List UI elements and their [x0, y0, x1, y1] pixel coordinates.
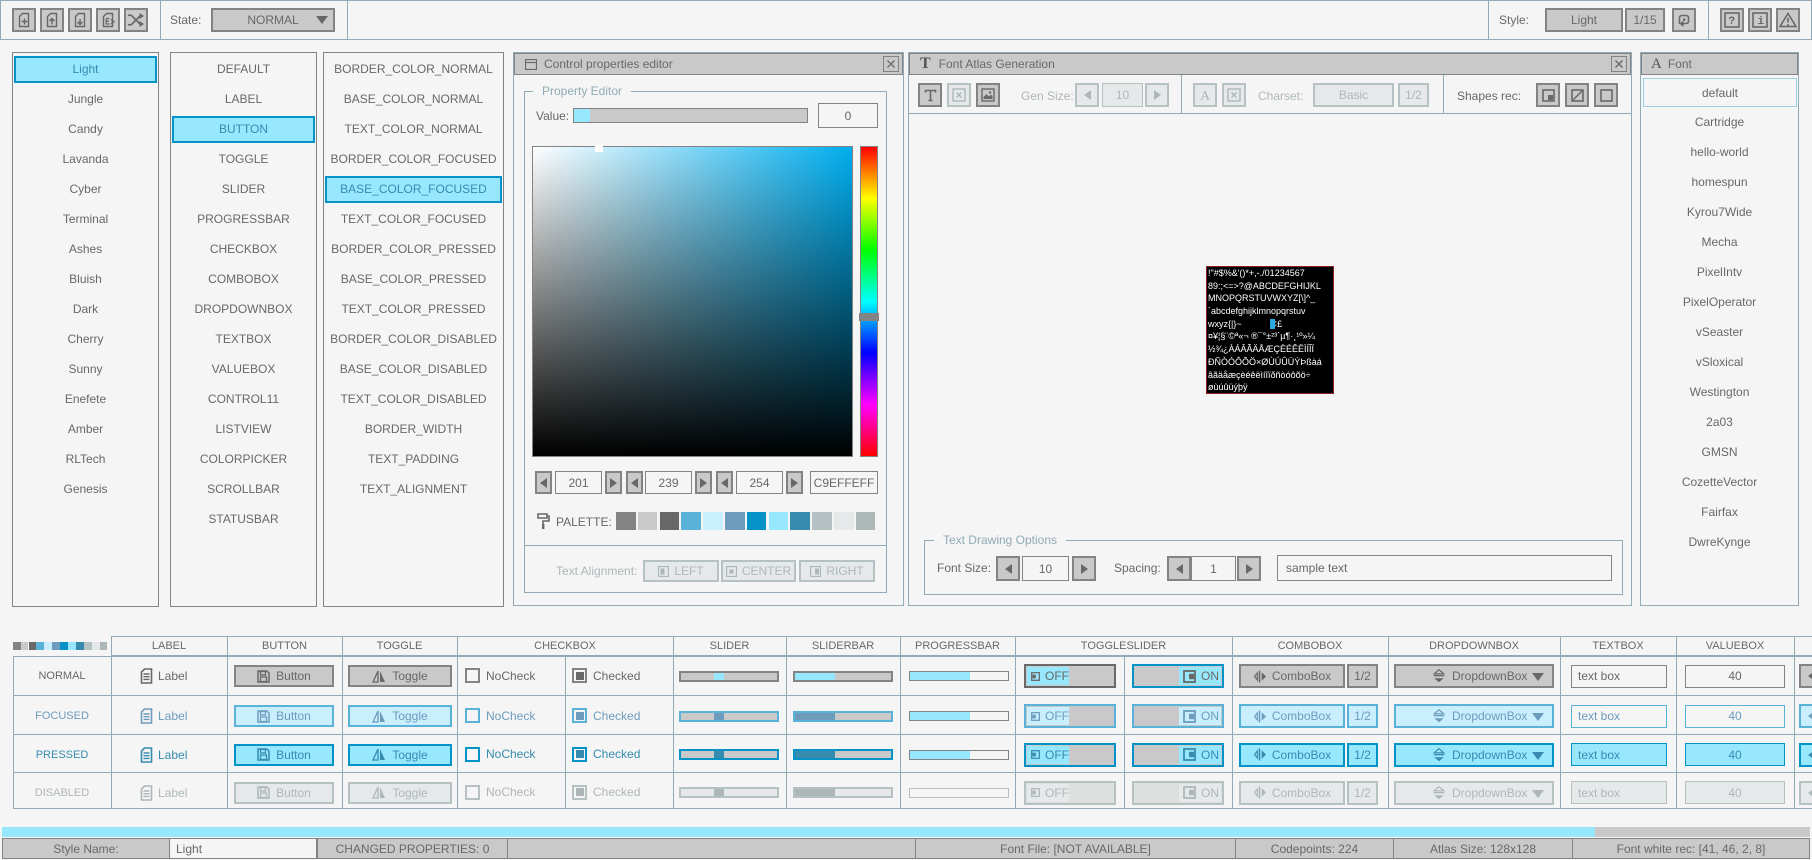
svg-text:A: A: [1200, 89, 1211, 102]
svg-text:i: i: [1758, 16, 1765, 28]
svg-text:?: ?: [1729, 16, 1736, 28]
